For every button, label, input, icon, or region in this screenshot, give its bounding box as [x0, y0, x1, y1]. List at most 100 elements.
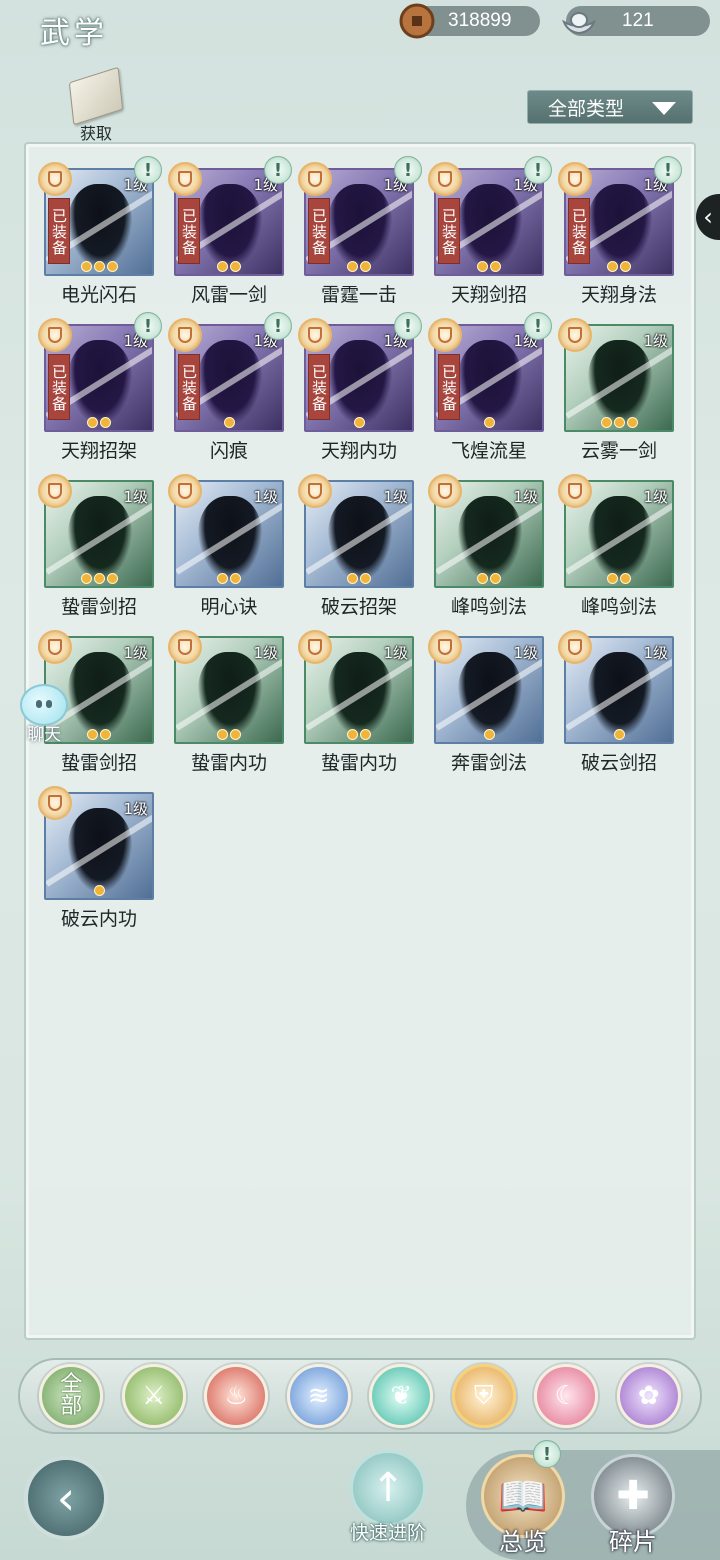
shield-type-icon: [168, 162, 202, 196]
butterfly-icon: ❦: [390, 1381, 413, 1411]
skill-card[interactable]: 1级 已装备! 电光闪石: [38, 156, 162, 306]
skill-name: 蛰雷剑招: [60, 596, 137, 618]
skill-card[interactable]: 1级 已装备! 闪痕: [168, 312, 292, 462]
skill-grid: 1级 已装备! 电光闪石 1级 已装备! 风雷一剑 1级 已装备! 雷霆一击 1级 已装备! 天翔剑招…: [38, 156, 684, 930]
shield-type-icon: [298, 474, 332, 508]
star-icon: [620, 261, 631, 272]
star-icon: [483, 417, 495, 428]
skill-card[interactable]: 1级 已装备! 天翔剑招: [428, 156, 552, 306]
star-rating: [46, 573, 152, 584]
skill-card[interactable]: 1级 奔雷剑法: [428, 630, 544, 774]
star-icon: [347, 261, 358, 272]
shield-type-icon: [558, 630, 592, 664]
silver-currency: 121: [562, 6, 710, 36]
up-arrow-icon: ↑: [350, 1450, 426, 1526]
skill-card[interactable]: 1级 破云招架: [298, 474, 414, 618]
category-wave-button[interactable]: ≋: [286, 1364, 351, 1428]
alert-icon: !: [654, 156, 682, 184]
shield-type-icon: [428, 630, 462, 664]
silver-value: 121: [622, 10, 654, 31]
sword-icon: ⚔: [142, 1381, 166, 1411]
side-collapse-tab[interactable]: ‹: [696, 194, 720, 240]
chevron-left-icon: ‹: [703, 203, 713, 231]
equipped-badge: 已装备: [48, 354, 70, 420]
skill-card[interactable]: 1级 峰鸣剑法: [558, 474, 674, 618]
skill-card[interactable]: 1级 云雾一剑: [558, 318, 674, 462]
star-icon: [600, 417, 612, 428]
category-shield-button[interactable]: ⛨: [451, 1364, 516, 1428]
star-icon: [620, 573, 631, 584]
skill-card[interactable]: 1级 蛰雷内功: [168, 630, 284, 774]
star-rating: [176, 573, 282, 584]
skill-level: 1级: [123, 644, 148, 662]
star-rating: [46, 261, 152, 272]
skill-card[interactable]: 1级 破云内功: [38, 786, 154, 930]
get-button[interactable]: 获取: [64, 66, 128, 144]
star-icon: [93, 885, 105, 896]
category-flower-button[interactable]: ✿: [616, 1364, 681, 1428]
star-icon: [93, 261, 105, 272]
copper-currency: 318899: [399, 3, 540, 39]
copper-value: 318899: [448, 10, 512, 31]
alert-icon: !: [394, 312, 422, 340]
back-button[interactable]: ‹: [24, 1456, 108, 1540]
skill-name: 峰鸣剑法: [450, 596, 527, 618]
shield-type-icon: [428, 318, 462, 352]
skill-card[interactable]: 1级 峰鸣剑法: [428, 474, 544, 618]
skill-card[interactable]: 1级 明心诀: [168, 474, 284, 618]
wave-icon: ≋: [307, 1381, 330, 1411]
skill-level: 1级: [643, 332, 668, 350]
shield-type-icon: [558, 474, 592, 508]
star-icon: [230, 573, 241, 584]
star-icon: [87, 729, 98, 740]
skill-name: 破云招架: [320, 596, 397, 618]
star-icon: [223, 417, 235, 428]
skill-level: 1级: [643, 644, 668, 662]
category-all-button[interactable]: 全 部: [39, 1364, 104, 1428]
dropdown-arrow-icon: [652, 102, 676, 115]
star-icon: [360, 573, 371, 584]
skill-card[interactable]: 1级 蛰雷内功: [298, 630, 414, 774]
skill-card[interactable]: 1级 已装备! 天翔招架: [38, 312, 162, 462]
skill-name: 风雷一剑: [190, 284, 267, 306]
skill-name: 天翔招架: [60, 440, 137, 462]
star-rating: [176, 729, 282, 740]
skill-name: 破云内功: [60, 908, 137, 930]
equipped-badge: 已装备: [438, 354, 460, 420]
star-icon: [607, 573, 618, 584]
category-moon-button[interactable]: ☾: [534, 1364, 599, 1428]
skill-name: 天翔剑招: [450, 284, 527, 306]
chat-button[interactable]: 聊天: [12, 684, 76, 754]
flame-icon: ♨: [224, 1381, 248, 1411]
skill-card[interactable]: 1级 已装备! 飞煌流星: [428, 312, 552, 462]
skill-name: 天翔内功: [320, 440, 397, 462]
star-rating: [566, 417, 672, 428]
type-filter-dropdown[interactable]: 全部类型: [527, 90, 693, 124]
overview-label: 总览: [499, 1528, 547, 1556]
skill-card[interactable]: 1级 已装备! 天翔身法: [558, 156, 682, 306]
equipped-badge: 已装备: [308, 354, 330, 420]
alert-icon: !: [524, 156, 552, 184]
skill-card[interactable]: 1级 已装备! 天翔内功: [298, 312, 422, 462]
star-rating: [46, 417, 152, 428]
skill-card[interactable]: 1级 破云剑招: [558, 630, 674, 774]
star-rating: [306, 573, 412, 584]
quick-advance-button[interactable]: ↑ 快速进阶: [340, 1450, 436, 1554]
skill-card[interactable]: 1级 已装备! 风雷一剑: [168, 156, 292, 306]
category-sword-button[interactable]: ⚔: [121, 1364, 186, 1428]
overview-alert-icon: !: [533, 1440, 561, 1468]
shield-type-icon: [168, 474, 202, 508]
overview-button[interactable]: 📖 总览: [478, 1454, 568, 1560]
star-icon: [626, 417, 638, 428]
skill-card[interactable]: 1级 已装备! 雷霆一击: [298, 156, 422, 306]
category-flame-button[interactable]: ♨: [204, 1364, 269, 1428]
category-butterfly-button[interactable]: ❦: [369, 1364, 434, 1428]
skill-card[interactable]: 1级 蛰雷剑招: [38, 474, 154, 618]
skill-name: 蛰雷内功: [190, 752, 267, 774]
shield-type-icon: [38, 162, 72, 196]
star-icon: [347, 573, 358, 584]
fragments-label: 碎片: [609, 1528, 657, 1556]
skill-name: 明心诀: [200, 596, 258, 618]
fragments-button[interactable]: ✚ 碎片: [588, 1454, 678, 1560]
star-icon: [613, 729, 625, 740]
